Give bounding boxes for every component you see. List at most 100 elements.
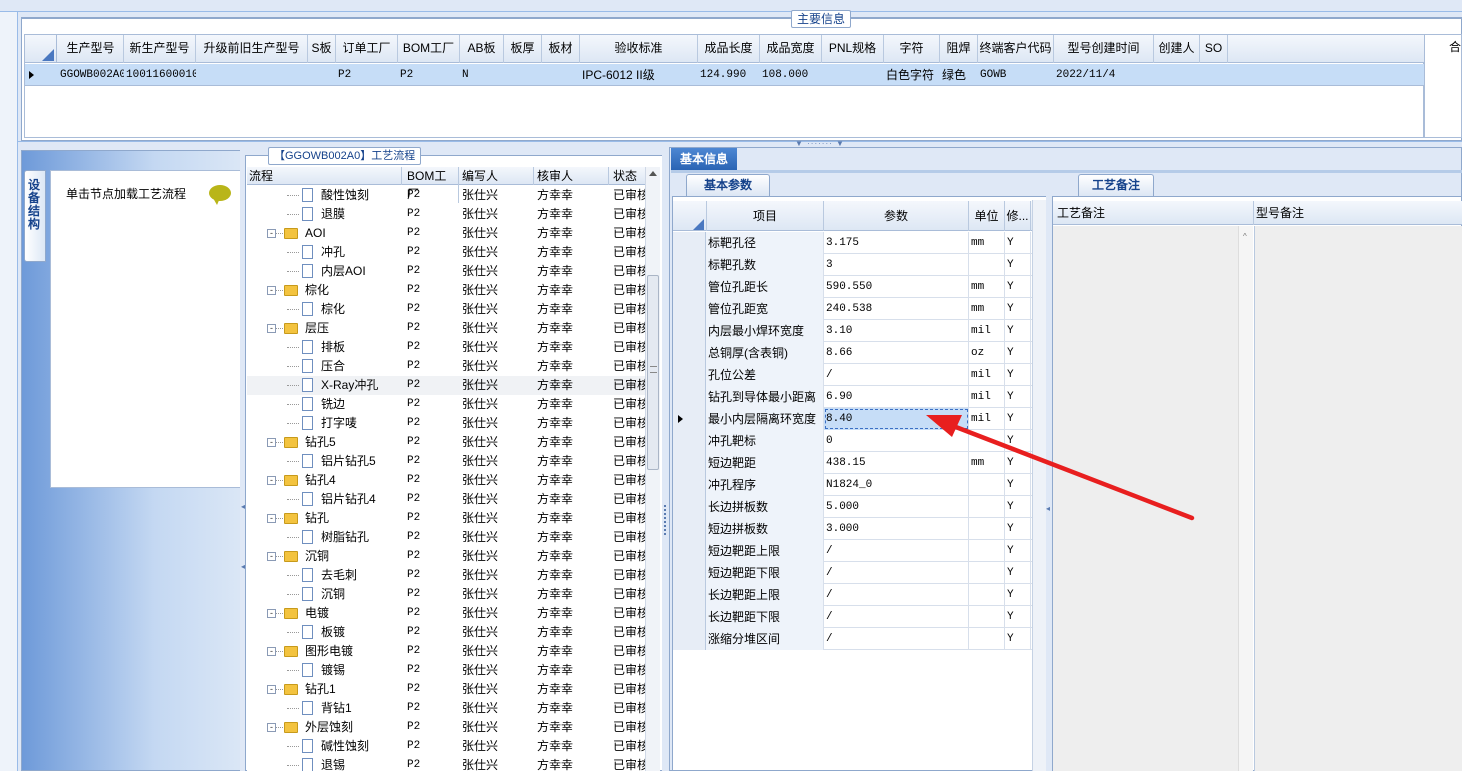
main-col-header[interactable]: AB板: [460, 35, 504, 63]
collapse-toggle-icon[interactable]: -: [267, 609, 276, 618]
collapse-toggle-icon[interactable]: -: [267, 476, 276, 485]
main-col-header[interactable]: PNL规格: [822, 35, 884, 63]
param-cell-value[interactable]: /: [824, 364, 969, 386]
process-tree-row[interactable]: 内层AOI P2 张仕兴 方幸幸 已审核: [247, 262, 645, 281]
main-cell[interactable]: P2: [338, 64, 398, 86]
main-info-row[interactable]: GGOWB002A010011600010485P2P2NIPC-6012 II…: [25, 64, 1425, 86]
process-tree-row[interactable]: 板镀 P2 张仕兴 方幸幸 已审核: [247, 623, 645, 642]
main-col-header[interactable]: 阻焊: [940, 35, 978, 63]
center-splitter[interactable]: [662, 150, 669, 771]
remarks-scroll-up-icon[interactable]: ^: [1243, 232, 1247, 241]
param-cell-value[interactable]: /: [824, 606, 969, 628]
process-tree-row[interactable]: X-Ray冲孔 P2 张仕兴 方幸幸 已审核: [247, 376, 645, 395]
process-tree-row[interactable]: 去毛刺 P2 张仕兴 方幸幸 已审核: [247, 566, 645, 585]
param-cell-value[interactable]: 590.550: [824, 276, 969, 298]
collapse-toggle-icon[interactable]: -: [267, 324, 276, 333]
main-cell[interactable]: GOWB: [980, 64, 1054, 86]
param-cell-value[interactable]: /: [824, 562, 969, 584]
main-col-header[interactable]: 订单工厂: [336, 35, 398, 63]
collapse-toggle-icon[interactable]: -: [267, 286, 276, 295]
main-col-header[interactable]: 生产型号: [58, 35, 124, 63]
main-cell[interactable]: 124.990: [700, 64, 760, 86]
basic-params-tab[interactable]: 基本参数: [686, 174, 770, 196]
process-tree-row[interactable]: - 棕化 P2 张仕兴 方幸幸 已审核: [247, 281, 645, 300]
param-cell-value[interactable]: /: [824, 540, 969, 562]
main-cell[interactable]: GGOWB002A0: [60, 64, 124, 86]
param-row[interactable]: 涨缩分堆区间 / Y: [673, 628, 1047, 650]
main-col-header[interactable]: 型号创建时间: [1054, 35, 1154, 63]
process-tree-row[interactable]: 打字唛 P2 张仕兴 方幸幸 已审核: [247, 414, 645, 433]
params-col-unit[interactable]: 单位: [969, 201, 1005, 231]
process-tree-row[interactable]: 退膜 P2 张仕兴 方幸幸 已审核: [247, 205, 645, 224]
params-col-item[interactable]: 项目: [706, 201, 824, 231]
process-tree-row[interactable]: - 钻孔5 P2 张仕兴 方幸幸 已审核: [247, 433, 645, 452]
process-tree-row[interactable]: 沉铜 P2 张仕兴 方幸幸 已审核: [247, 585, 645, 604]
remarks-col-process[interactable]: 工艺备注: [1057, 201, 1105, 225]
main-col-header[interactable]: 新生产型号: [124, 35, 196, 63]
main-cell[interactable]: 白色字符: [886, 64, 940, 86]
process-tree-row[interactable]: - 电镀 P2 张仕兴 方幸幸 已审核: [247, 604, 645, 623]
main-col-header[interactable]: 创建人: [1154, 35, 1200, 63]
process-tree-row[interactable]: 压合 P2 张仕兴 方幸幸 已审核: [247, 357, 645, 376]
scroll-up-icon[interactable]: [649, 171, 657, 176]
param-row[interactable]: 内层最小焊环宽度 3.10 mil Y: [673, 320, 1047, 342]
collapse-toggle-icon[interactable]: -: [267, 229, 276, 238]
process-tree-row[interactable]: 镀锡 P2 张仕兴 方幸幸 已审核: [247, 661, 645, 680]
process-tree-row[interactable]: - 钻孔 P2 张仕兴 方幸幸 已审核: [247, 509, 645, 528]
remarks-model-textarea[interactable]: [1254, 226, 1462, 771]
param-row[interactable]: 标靶孔径 3.175 mm Y: [673, 232, 1047, 254]
main-cell[interactable]: N: [462, 64, 504, 86]
param-row[interactable]: 短边靶距下限 / Y: [673, 562, 1047, 584]
param-row[interactable]: 标靶孔数 3 Y: [673, 254, 1047, 276]
process-tree-row[interactable]: 碱性蚀刻 P2 张仕兴 方幸幸 已审核: [247, 737, 645, 756]
main-col-header[interactable]: 成品长度: [698, 35, 760, 63]
param-cell-value[interactable]: 3: [824, 254, 969, 276]
main-cell[interactable]: 2022/11/4: [1056, 64, 1154, 86]
main-col-header[interactable]: S板: [308, 35, 336, 63]
basic-info-tab[interactable]: 基本信息: [671, 148, 737, 170]
col-writer[interactable]: 编写人: [462, 167, 534, 185]
param-cell-value[interactable]: 3.175: [824, 232, 969, 254]
collapse-toggle-icon[interactable]: -: [267, 685, 276, 694]
main-cell[interactable]: 108.000: [762, 64, 822, 86]
param-cell-value[interactable]: 3.10: [824, 320, 969, 342]
main-col-header[interactable]: BOM工厂: [398, 35, 460, 63]
process-tree-row[interactable]: 铝片钻孔5 P2 张仕兴 方幸幸 已审核: [247, 452, 645, 471]
process-tree-row[interactable]: 排板 P2 张仕兴 方幸幸 已审核: [247, 338, 645, 357]
collapse-toggle-icon[interactable]: -: [267, 552, 276, 561]
param-cell-value[interactable]: 240.538: [824, 298, 969, 320]
collapse-toggle-icon[interactable]: -: [267, 723, 276, 732]
main-cell[interactable]: 绿色: [942, 64, 978, 86]
process-scrollbar[interactable]: [645, 167, 660, 771]
params-col-value[interactable]: 参数: [824, 201, 969, 231]
process-tree-row[interactable]: - 钻孔4 P2 张仕兴 方幸幸 已审核: [247, 471, 645, 490]
param-row[interactable]: 长边靶距上限 / Y: [673, 584, 1047, 606]
main-col-header[interactable]: 终端客户代码: [978, 35, 1054, 63]
col-auditor[interactable]: 核审人: [537, 167, 609, 185]
main-col-header[interactable]: 板厚: [504, 35, 542, 63]
process-tree-row[interactable]: 冲孔 P2 张仕兴 方幸幸 已审核: [247, 243, 645, 262]
param-row[interactable]: 管位孔距宽 240.538 mm Y: [673, 298, 1047, 320]
main-col-header[interactable]: 板材: [542, 35, 580, 63]
process-tree-row[interactable]: 背钻1 P2 张仕兴 方幸幸 已审核: [247, 699, 645, 718]
remarks-tab[interactable]: 工艺备注: [1078, 174, 1154, 196]
remarks-scrollbar[interactable]: ^: [1238, 226, 1253, 771]
vertical-tab-device[interactable]: 设备结构: [24, 170, 46, 262]
process-tree-row[interactable]: 铝片钻孔4 P2 张仕兴 方幸幸 已审核: [247, 490, 645, 509]
collapse-toggle-icon[interactable]: -: [267, 647, 276, 656]
main-col-header[interactable]: 成品宽度: [760, 35, 822, 63]
col-status[interactable]: 状态: [613, 167, 645, 185]
param-row[interactable]: 管位孔距长 590.550 mm Y: [673, 276, 1047, 298]
process-tree-row[interactable]: 退锡 P2 张仕兴 方幸幸 已审核: [247, 756, 645, 771]
main-col-header[interactable]: 验收标准: [580, 35, 698, 63]
process-tree-row[interactable]: - 图形电镀 P2 张仕兴 方幸幸 已审核: [247, 642, 645, 661]
main-col-header[interactable]: SO: [1200, 35, 1228, 63]
param-cell-value[interactable]: /: [824, 584, 969, 606]
param-row[interactable]: 总铜厚(含表铜) 8.66 oz Y: [673, 342, 1047, 364]
col-flow[interactable]: 流程: [249, 167, 402, 185]
process-tree-row[interactable]: 酸性蚀刻 P2 张仕兴 方幸幸 已审核: [247, 186, 645, 205]
collapse-toggle-icon[interactable]: -: [267, 438, 276, 447]
process-tree-row[interactable]: 铣边 P2 张仕兴 方幸幸 已审核: [247, 395, 645, 414]
param-row[interactable]: 长边靶距下限 / Y: [673, 606, 1047, 628]
main-cell[interactable]: IPC-6012 II级: [582, 64, 698, 86]
